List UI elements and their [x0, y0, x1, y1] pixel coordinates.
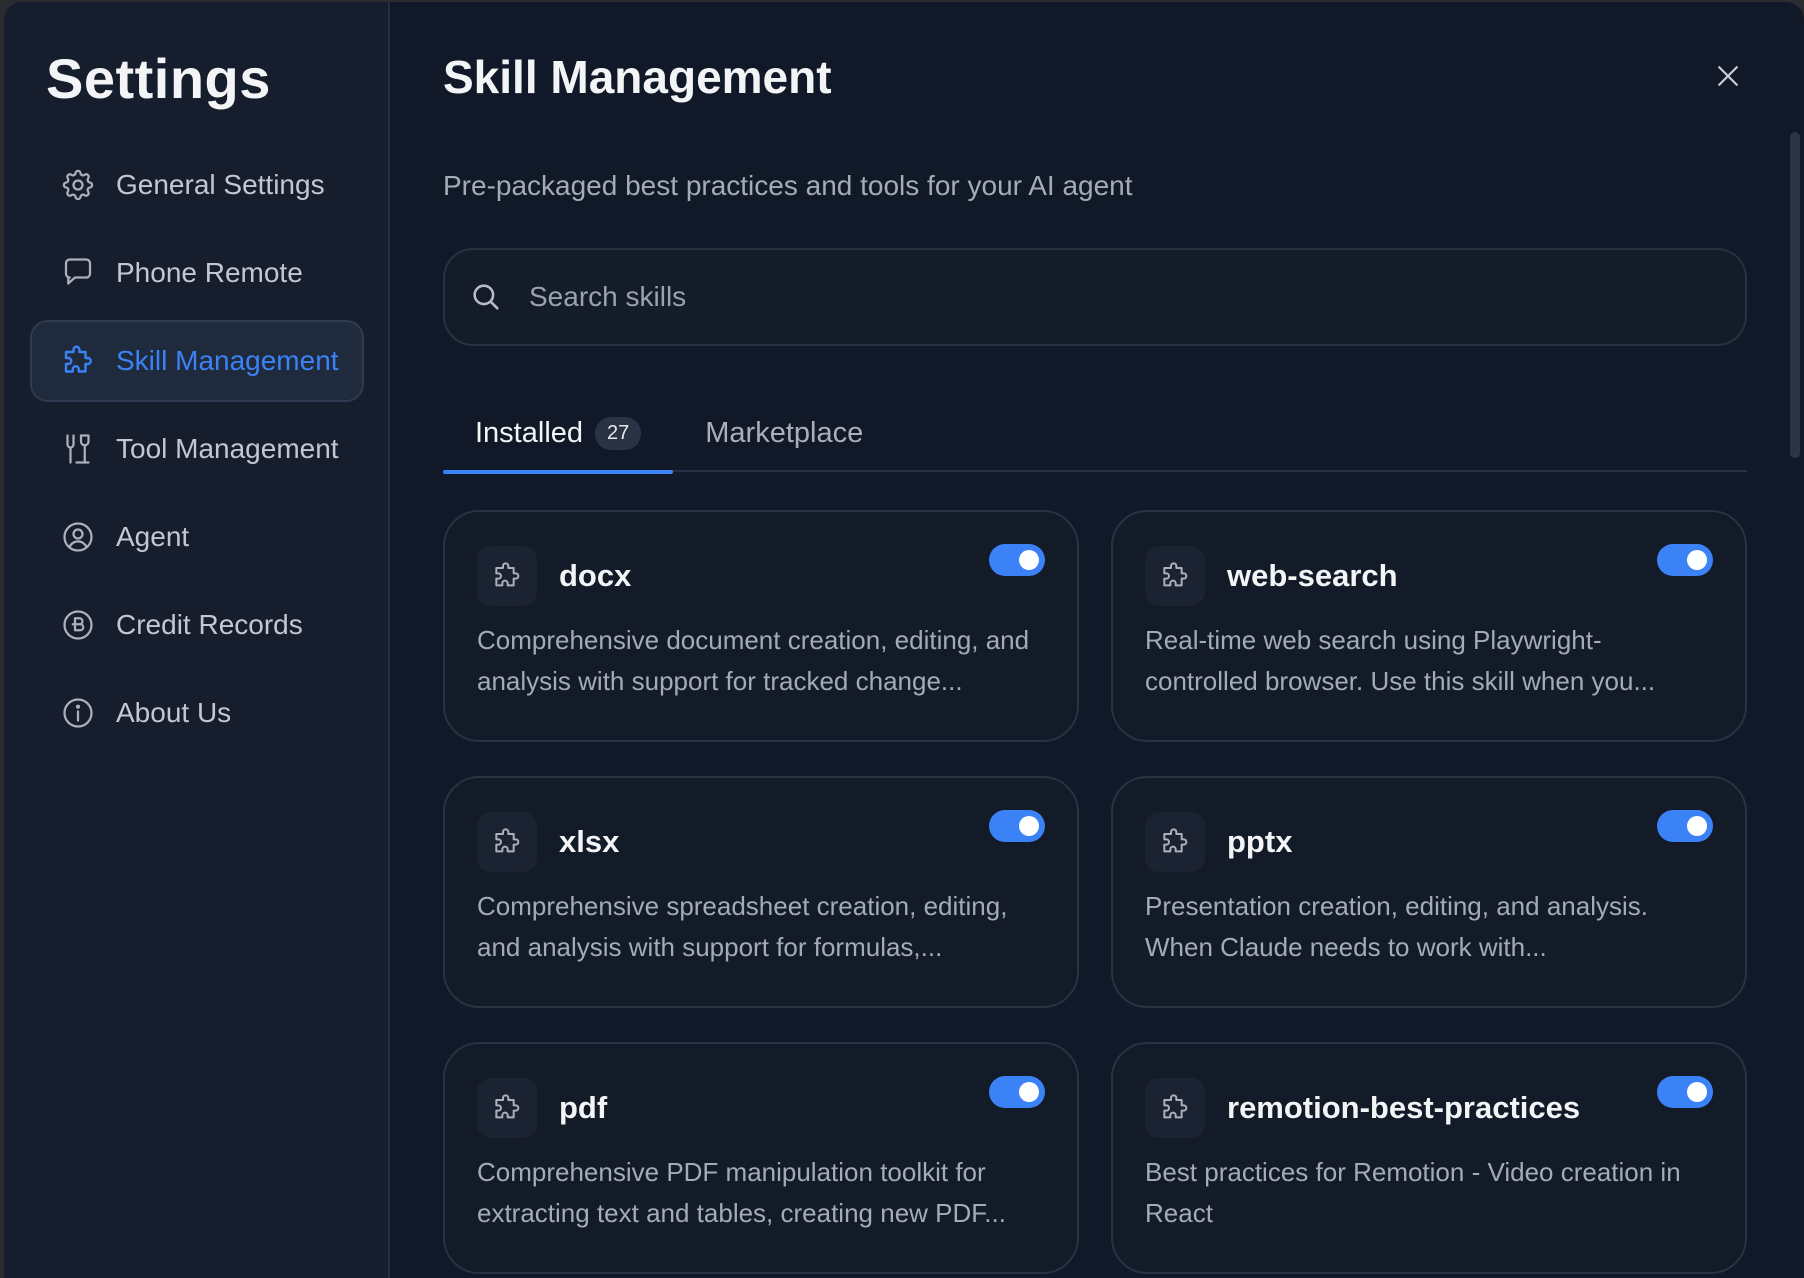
search-input[interactable] — [529, 281, 1745, 313]
sidebar-item-skill-management[interactable]: Skill Management — [30, 320, 364, 402]
coin-icon — [60, 607, 96, 643]
page-title: Skill Management — [443, 51, 832, 103]
page-subtitle: Pre-packaged best practices and tools fo… — [443, 170, 1133, 201]
search-box — [443, 248, 1747, 346]
settings-window: Settings General Settings Phone Remote S… — [4, 2, 1804, 1278]
sidebar-item-phone-remote[interactable]: Phone Remote — [30, 232, 364, 314]
puzzle-icon — [1145, 546, 1205, 606]
search-icon — [473, 284, 499, 310]
puzzle-icon — [477, 812, 537, 872]
skill-name: pptx — [1227, 824, 1293, 859]
main-panel: Skill Management Pre-packaged best pract… — [390, 2, 1804, 1278]
skill-card-xlsx[interactable]: xlsx Comprehensive spreadsheet creation,… — [443, 776, 1079, 1008]
skill-description: Comprehensive spreadsheet creation, edit… — [477, 891, 1008, 962]
skill-card-docx[interactable]: docx Comprehensive document creation, ed… — [443, 510, 1079, 742]
tab-label: Marketplace — [705, 416, 864, 449]
sidebar-item-credit-records[interactable]: Credit Records — [30, 584, 364, 666]
gear-icon — [60, 167, 96, 203]
skill-description: Comprehensive document creation, editing… — [477, 625, 1030, 696]
skill-toggle[interactable] — [989, 810, 1045, 842]
sidebar-item-label: Skill Management — [116, 345, 339, 376]
tab-label: Installed — [475, 416, 584, 449]
sidebar-item-label: Tool Management — [116, 433, 339, 464]
puzzle-icon — [477, 1078, 537, 1138]
scrollbar-thumb[interactable] — [1790, 132, 1800, 458]
skill-card-web-search[interactable]: web-search Real-time web search using Pl… — [1111, 510, 1747, 742]
tools-icon — [60, 431, 96, 467]
sidebar-item-label: Phone Remote — [116, 257, 303, 288]
skill-description: Presentation creation, editing, and anal… — [1145, 891, 1648, 962]
user-circle-icon — [60, 519, 96, 555]
sidebar-item-general-settings[interactable]: General Settings — [30, 144, 364, 226]
skill-name: web-search — [1227, 558, 1398, 593]
info-icon — [60, 695, 96, 731]
puzzle-icon — [60, 343, 96, 379]
skill-toggle[interactable] — [989, 544, 1045, 576]
skill-toggle[interactable] — [989, 1076, 1045, 1108]
skills-grid: docx Comprehensive document creation, ed… — [443, 510, 1747, 1274]
skill-name: xlsx — [559, 824, 620, 859]
puzzle-icon — [1145, 812, 1205, 872]
sidebar-item-agent[interactable]: Agent — [30, 496, 364, 578]
tab-installed[interactable]: Installed 27 — [443, 394, 674, 474]
skill-card-pptx[interactable]: pptx Presentation creation, editing, and… — [1111, 776, 1747, 1008]
skill-description: Best practices for Remotion - Video crea… — [1145, 1157, 1681, 1228]
skill-name: remotion-best-practices — [1227, 1090, 1581, 1125]
count-badge: 27 — [595, 416, 642, 450]
skill-description: Comprehensive PDF manipulation toolkit f… — [477, 1157, 1006, 1228]
close-icon — [1718, 66, 1738, 86]
skill-toggle[interactable] — [1657, 810, 1713, 842]
sidebar-item-label: Credit Records — [116, 609, 303, 640]
skill-card-pdf[interactable]: pdf Comprehensive PDF manipulation toolk… — [443, 1042, 1079, 1274]
skill-name: pdf — [559, 1090, 608, 1125]
skill-toggle[interactable] — [1657, 544, 1713, 576]
tab-marketplace[interactable]: Marketplace — [673, 394, 895, 472]
sidebar-item-about-us[interactable]: About Us — [30, 672, 364, 754]
skill-name: docx — [559, 558, 632, 593]
skill-card-remotion-best-practices[interactable]: remotion-best-practices Best practices f… — [1111, 1042, 1747, 1274]
tab-bar: Installed 27 Marketplace — [443, 394, 1747, 474]
sidebar-item-tool-management[interactable]: Tool Management — [30, 408, 364, 490]
puzzle-icon — [477, 546, 537, 606]
sidebar-item-label: About Us — [116, 697, 232, 728]
close-button[interactable] — [1710, 58, 1746, 94]
chat-bubble-icon — [60, 255, 96, 291]
skill-toggle[interactable] — [1657, 1076, 1713, 1108]
sidebar: Settings General Settings Phone Remote S… — [4, 2, 390, 1278]
sidebar-item-label: General Settings — [116, 169, 325, 200]
sidebar-item-label: Agent — [116, 521, 190, 552]
skill-description: Real-time web search using Playwright-co… — [1145, 625, 1656, 696]
sidebar-title: Settings — [46, 47, 271, 110]
puzzle-icon — [1145, 1078, 1205, 1138]
sidebar-nav: General Settings Phone Remote Skill Mana… — [30, 144, 364, 760]
